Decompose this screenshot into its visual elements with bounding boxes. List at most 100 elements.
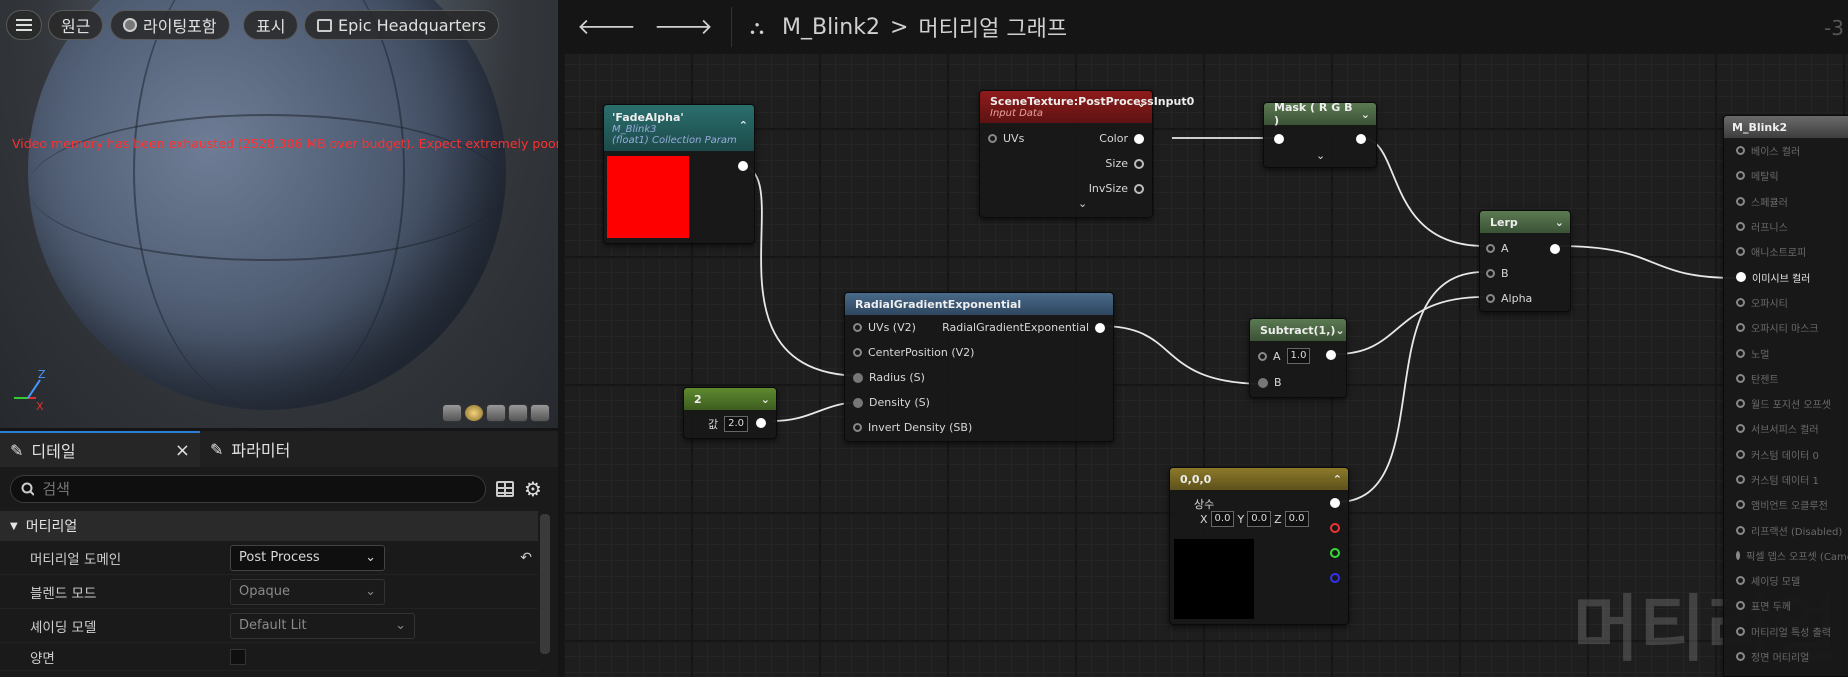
node-constant[interactable]: 2 ⌄ 값 2.0 [683, 387, 777, 439]
uvs-pin[interactable] [988, 134, 997, 143]
result-pin-row[interactable]: 노멀 [1724, 340, 1848, 365]
result-input-pin[interactable] [1736, 348, 1745, 358]
result-pin-row[interactable]: 스페큘러 [1724, 189, 1848, 214]
node-mask[interactable]: Mask ( R G B ) ⌄ ⌄ [1263, 101, 1377, 168]
result-pin-row[interactable]: 이미시브 컬러 [1724, 264, 1848, 289]
tab-details[interactable]: ✎ 디테일 × [0, 431, 200, 467]
result-input-pin[interactable] [1736, 601, 1745, 611]
result-pin-row[interactable]: 표면 두께 [1724, 593, 1848, 618]
result-input-pin[interactable] [1736, 196, 1745, 206]
perspective-button[interactable]: 원근 [48, 10, 104, 40]
lerp-in-alpha[interactable]: Alpha [1486, 292, 1532, 305]
result-input-pin[interactable] [1736, 449, 1745, 459]
result-input-pin[interactable] [1736, 652, 1745, 662]
result-input-pin[interactable] [1736, 500, 1745, 510]
result-pin-row[interactable]: 오파시티 마스크 [1724, 315, 1848, 340]
result-pin-row[interactable]: 머티리얼 특성 출력 [1724, 619, 1848, 644]
node-radialgradient[interactable]: RadialGradientExponential UVs (V2) Radia… [844, 292, 1114, 442]
result-input-pin[interactable] [1736, 576, 1745, 586]
result-input-pin[interactable] [1736, 475, 1745, 484]
radial-center-pin[interactable] [853, 348, 862, 357]
material-domain-dropdown[interactable]: Post Process ⌄ [230, 544, 385, 571]
result-input-pin[interactable] [1736, 171, 1745, 181]
lerp-in-b[interactable]: B [1486, 267, 1509, 280]
vector3-x-input[interactable]: 0.0 [1210, 511, 1235, 527]
radial-out[interactable]: RadialGradientExponential [942, 321, 1105, 334]
close-icon[interactable]: × [175, 440, 190, 461]
vector3-z-input[interactable]: 0.0 [1284, 511, 1309, 527]
result-input-pin[interactable] [1736, 247, 1745, 257]
back-arrow-icon[interactable]: 🡐 [577, 14, 636, 40]
radial-in-center[interactable]: CenterPosition (V2) [853, 346, 974, 359]
node-constant-header[interactable]: 2 ⌄ [684, 388, 776, 410]
node-mask-header[interactable]: Mask ( R G B ) ⌄ [1264, 101, 1376, 127]
chevron-down-icon[interactable]: ⌄ [1137, 97, 1146, 110]
result-pin-row[interactable]: 정면 머티리얼 [1724, 644, 1848, 669]
result-pin-row[interactable]: 탄젠트 [1724, 366, 1848, 391]
result-input-pin[interactable] [1736, 373, 1745, 383]
search-input[interactable] [42, 480, 475, 498]
vector3-y-input[interactable]: 0.0 [1247, 511, 1272, 527]
vector3-b-pin[interactable] [1330, 573, 1340, 583]
cylinder-icon[interactable] [442, 404, 462, 422]
node-scenetexture[interactable]: SceneTexture:PostProcessInput0 Input Dat… [979, 90, 1194, 218]
scenetexture-out-invsize[interactable]: InvSize [1089, 182, 1144, 195]
environment-button[interactable]: Epic Headquarters [304, 10, 500, 40]
node-radialgradient-header[interactable]: RadialGradientExponential [845, 293, 1113, 315]
graph-hierarchy-icon[interactable]: ⛬ [750, 15, 764, 39]
collapse-arrow-icon[interactable]: ⌃ [1333, 473, 1342, 486]
fadealpha-out-pin[interactable] [738, 161, 748, 171]
search-box[interactable] [10, 475, 486, 503]
subtract-a-input[interactable]: 1.0 [1286, 348, 1311, 364]
result-pin-row[interactable]: 애니소트로피 [1724, 239, 1848, 264]
material-preview-viewport[interactable]: 원근 라이팅포함 표시 Epic Headquarters Video memo… [0, 0, 558, 428]
node-vector3-header[interactable]: 0,0,0 ⌃ [1170, 468, 1348, 490]
size-pin[interactable] [1134, 158, 1144, 169]
subtract-a-pin[interactable] [1258, 351, 1267, 361]
lerp-in-a[interactable]: A [1486, 242, 1509, 255]
tab-parameters[interactable]: ✎ 파라미터 [200, 431, 300, 467]
radial-in-uvs[interactable]: UVs (V2) [853, 321, 916, 334]
radial-density-pin[interactable] [853, 397, 863, 408]
blend-mode-dropdown[interactable]: Opaque ⌄ [230, 578, 385, 605]
subtract-b-pin[interactable] [1258, 377, 1268, 388]
result-input-pin[interactable] [1736, 272, 1746, 283]
node-result-header[interactable]: M_Blink2 [1724, 116, 1848, 138]
node-subtract-header[interactable]: Subtract(1,) ⌄ [1250, 319, 1346, 341]
result-pin-row[interactable]: 베이스 컬러 [1724, 138, 1848, 163]
result-pin-row[interactable]: 앰비언트 오클루전 [1724, 492, 1848, 517]
details-scrollbar[interactable] [540, 514, 550, 654]
result-pin-row[interactable]: 메탈릭 [1724, 163, 1848, 188]
invsize-pin[interactable] [1134, 183, 1144, 194]
subtract-in-a[interactable]: A 1.0 [1258, 348, 1311, 364]
preview-shape-selector[interactable] [442, 404, 550, 422]
breadcrumb-asset[interactable]: M_Blink2 [782, 15, 880, 40]
table-view-icon[interactable] [496, 481, 514, 497]
result-input-pin[interactable] [1736, 424, 1745, 434]
result-input-pin[interactable] [1736, 297, 1745, 307]
node-lerp-header[interactable]: Lerp ⌄ [1480, 211, 1570, 233]
result-input-pin[interactable] [1736, 626, 1745, 636]
chevron-down-icon[interactable]: ⌄ [1078, 197, 1087, 210]
constant-value-input[interactable]: 2.0 [724, 416, 749, 432]
node-subtract[interactable]: Subtract(1,) ⌄ A 1.0 B [1249, 318, 1347, 398]
lerp-alpha-pin[interactable] [1486, 294, 1495, 303]
mask-out-pin[interactable] [1356, 134, 1366, 144]
result-pin-row[interactable]: 월드 포지션 오프셋 [1724, 391, 1848, 416]
result-input-pin[interactable] [1736, 146, 1745, 156]
radial-uvs-pin[interactable] [853, 323, 862, 332]
result-pin-row[interactable]: 리프랙션 (Disabled) [1724, 517, 1848, 542]
gear-icon[interactable]: ⚙ [524, 477, 542, 501]
result-input-pin[interactable] [1736, 399, 1745, 409]
mask-in-pin[interactable] [1274, 134, 1284, 144]
section-material[interactable]: ▼ 머티리얼 [0, 511, 538, 541]
result-pin-row[interactable]: 커스텀 데이터 0 [1724, 442, 1848, 467]
result-input-pin[interactable] [1736, 222, 1745, 232]
node-fadealpha-header[interactable]: 'FadeAlpha' M_Blink3 (float1) Collection… [604, 105, 754, 151]
chevron-down-icon[interactable]: ⌄ [1361, 108, 1370, 121]
radial-in-invert[interactable]: Invert Density (SB) [853, 421, 972, 434]
collapse-arrow-icon[interactable]: ⌃ [739, 119, 748, 132]
result-input-pin[interactable] [1736, 525, 1745, 535]
chevron-down-icon[interactable]: ⌄ [761, 393, 770, 406]
result-input-pin[interactable] [1736, 323, 1745, 333]
